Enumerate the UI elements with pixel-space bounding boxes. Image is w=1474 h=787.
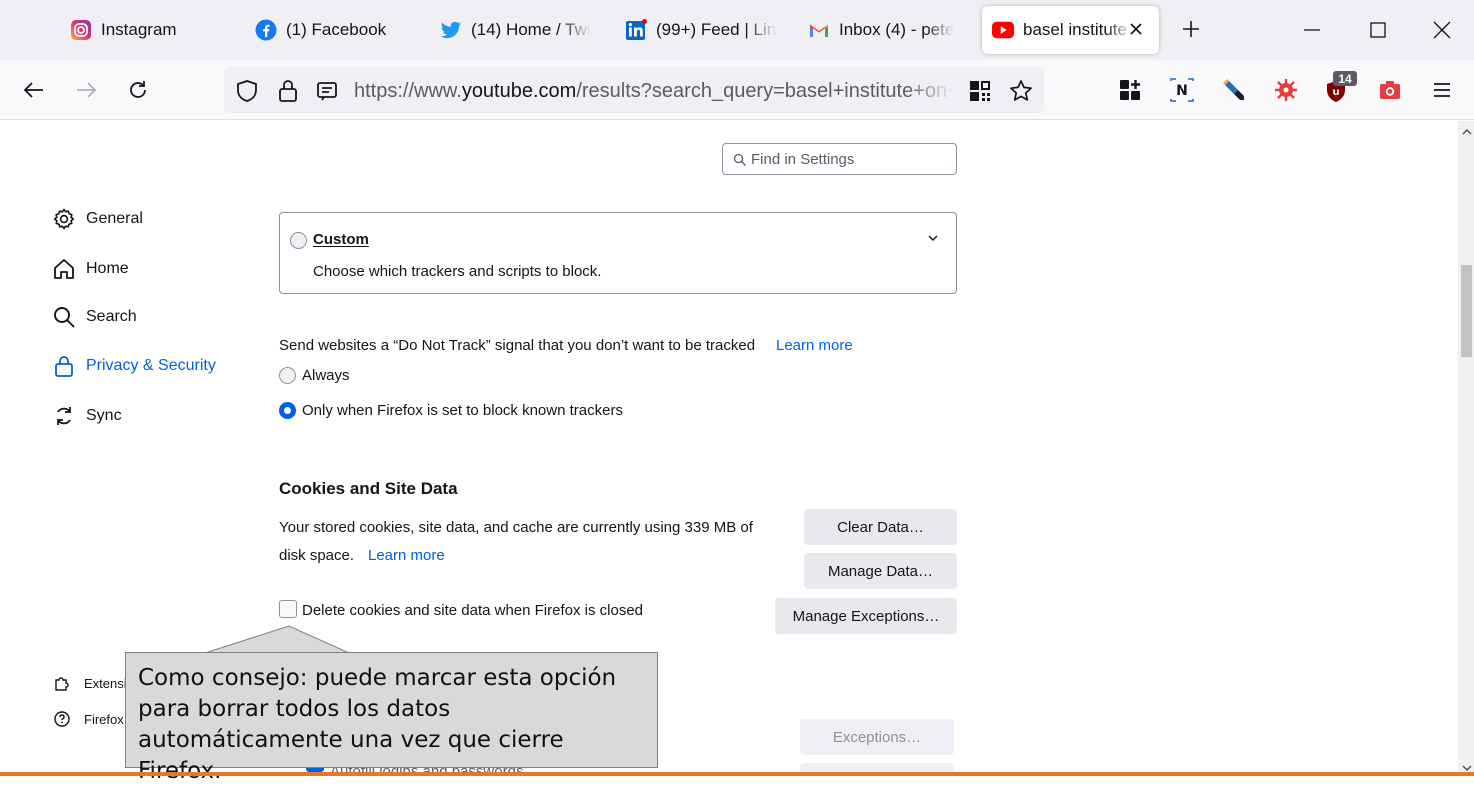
back-icon[interactable] xyxy=(16,72,52,108)
manage-exceptions-button[interactable]: Manage Exceptions… xyxy=(775,598,957,634)
logins-exceptions-button[interactable]: Exceptions… xyxy=(800,719,954,755)
delete-on-close-label: Delete cookies and site data when Firefo… xyxy=(302,602,644,619)
url-path: /results?search_query=basel+institute+on… xyxy=(576,80,954,102)
cookies-usage-line1: Your stored cookies, site data, and cach… xyxy=(279,519,753,536)
extension-badge: 14 xyxy=(1333,71,1357,86)
reload-icon[interactable] xyxy=(120,72,156,108)
close-tab-icon[interactable] xyxy=(1126,19,1146,39)
sidebar-item-extensions[interactable]: Extensi xyxy=(52,672,127,694)
find-placeholder: Find in Settings xyxy=(751,150,855,168)
youtube-icon xyxy=(992,19,1014,41)
dnt-only-radio[interactable] xyxy=(279,402,296,419)
delete-on-close-checkbox[interactable] xyxy=(279,600,297,618)
tip-callout: Como consejo: puede marcar esta opción p… xyxy=(125,652,658,784)
scroll-up-icon[interactable] xyxy=(1462,124,1472,135)
dnt-learn-more-link[interactable]: Learn more xyxy=(776,337,853,354)
sidebar-item-sync[interactable]: Sync xyxy=(52,402,122,430)
saved-logins-button[interactable] xyxy=(800,763,954,772)
sidebar-item-label: Search xyxy=(86,308,137,325)
sidebar-item-privacy-security[interactable]: Privacy & Security xyxy=(52,352,216,380)
lock-icon[interactable] xyxy=(276,78,300,104)
forward-icon[interactable] xyxy=(68,72,104,108)
sidebar-item-label: General xyxy=(86,210,143,227)
maximize-icon[interactable] xyxy=(1346,0,1410,60)
sidebar-item-firefox-support[interactable]: Firefox xyxy=(52,708,124,730)
pen-tool-icon[interactable] xyxy=(1218,74,1250,106)
callout-line: Como consejo: puede marcar esta opción xyxy=(138,665,617,691)
puzzle-icon xyxy=(52,673,72,693)
custom-title: Custom xyxy=(313,231,369,248)
sidebar-item-search[interactable]: Search xyxy=(52,303,137,331)
sidebar-item-label: Sync xyxy=(86,407,122,424)
instagram-icon xyxy=(70,19,92,41)
dnt-always-radio[interactable] xyxy=(279,367,296,384)
bug-extension-icon[interactable] xyxy=(1270,74,1302,106)
gear-icon xyxy=(52,207,76,231)
sidebar-item-label: Privacy & Security xyxy=(86,357,216,374)
scrollbar-thumb[interactable] xyxy=(1461,265,1472,357)
menu-hamburger-icon[interactable] xyxy=(1426,74,1458,106)
minimize-icon[interactable] xyxy=(1280,0,1344,60)
facebook-icon xyxy=(255,19,277,41)
tab-linkedin[interactable]: (99+) Feed | Lin xyxy=(625,6,780,54)
linkedin-icon xyxy=(625,19,647,41)
bottom-accent-bar xyxy=(0,772,1474,776)
custom-radio[interactable] xyxy=(290,232,307,249)
reader-mode-icon[interactable] xyxy=(315,79,339,103)
bookmark-star-icon[interactable] xyxy=(1008,78,1034,104)
clear-data-button[interactable]: Clear Data… xyxy=(804,509,957,545)
qr-code-icon[interactable] xyxy=(968,79,992,103)
tab-title: basel institute xyxy=(1023,20,1127,39)
cookies-learn-more-link[interactable]: Learn more xyxy=(368,547,445,564)
callout-pointer xyxy=(205,625,350,654)
sidebar-item-label: Extensi xyxy=(84,675,127,691)
tracking-shield-icon[interactable] xyxy=(234,78,260,104)
help-icon xyxy=(52,709,72,729)
chevron-down-icon[interactable] xyxy=(927,231,939,243)
gmail-icon xyxy=(808,19,830,41)
tab-facebook[interactable]: (1) Facebook xyxy=(255,6,415,54)
cookies-usage-line2: disk space. xyxy=(279,547,355,564)
new-tab-icon[interactable] xyxy=(1176,14,1206,44)
scroll-down-icon[interactable] xyxy=(1462,760,1472,772)
sidebar-item-label: Firefox xyxy=(84,711,124,727)
tab-gmail[interactable]: Inbox (4) - pete xyxy=(808,6,968,54)
dnt-always-label: Always xyxy=(302,367,350,384)
screenshot-camera-icon[interactable] xyxy=(1374,74,1406,106)
tab-title: Instagram xyxy=(101,20,177,39)
custom-description: Choose which trackers and scripts to blo… xyxy=(313,263,602,280)
lock-icon xyxy=(52,354,76,378)
tab-instagram[interactable]: Instagram xyxy=(70,6,240,54)
tab-twitter[interactable]: (14) Home / Twi xyxy=(440,6,595,54)
close-window-icon[interactable] xyxy=(1410,0,1474,60)
manage-data-button[interactable]: Manage Data… xyxy=(804,553,957,589)
tab-title: (99+) Feed | Lin xyxy=(656,20,777,39)
dnt-label: Send websites a “Do Not Track” signal th… xyxy=(279,337,756,354)
find-in-settings-input[interactable]: Find in Settings xyxy=(722,143,957,175)
sync-icon xyxy=(52,404,76,428)
twitter-icon xyxy=(440,19,462,41)
callout-line: automáticamente una vez que cierre Firef… xyxy=(138,727,564,784)
custom-tracking-option[interactable] xyxy=(279,212,957,294)
callout-line: para borrar todos los datos xyxy=(138,696,451,722)
svg-text:N: N xyxy=(1176,83,1188,99)
tab-title: (1) Facebook xyxy=(286,20,387,39)
notion-clipper-icon[interactable]: N xyxy=(1166,74,1198,106)
url-text[interactable]: https://www.youtube.com/results?search_q… xyxy=(354,78,954,104)
dnt-only-label: Only when Firefox is set to block known … xyxy=(302,402,623,419)
tab-title: (14) Home / Twi xyxy=(471,20,591,39)
home-icon xyxy=(52,257,76,281)
search-icon xyxy=(733,153,746,166)
scrollbar[interactable] xyxy=(1458,121,1474,776)
url-prefix: https://www. xyxy=(354,80,462,102)
svg-text:u: u xyxy=(1332,87,1339,98)
sidebar-item-general[interactable]: General xyxy=(52,205,143,233)
url-domain: youtube.com xyxy=(461,80,577,102)
tab-title: Inbox (4) - pete xyxy=(839,20,955,39)
sidebar-item-home[interactable]: Home xyxy=(52,255,129,283)
extension-grid-icon[interactable] xyxy=(1114,74,1146,106)
cookies-heading: Cookies and Site Data xyxy=(279,479,458,498)
sidebar-item-label: Home xyxy=(86,260,129,277)
search-icon xyxy=(52,305,76,329)
